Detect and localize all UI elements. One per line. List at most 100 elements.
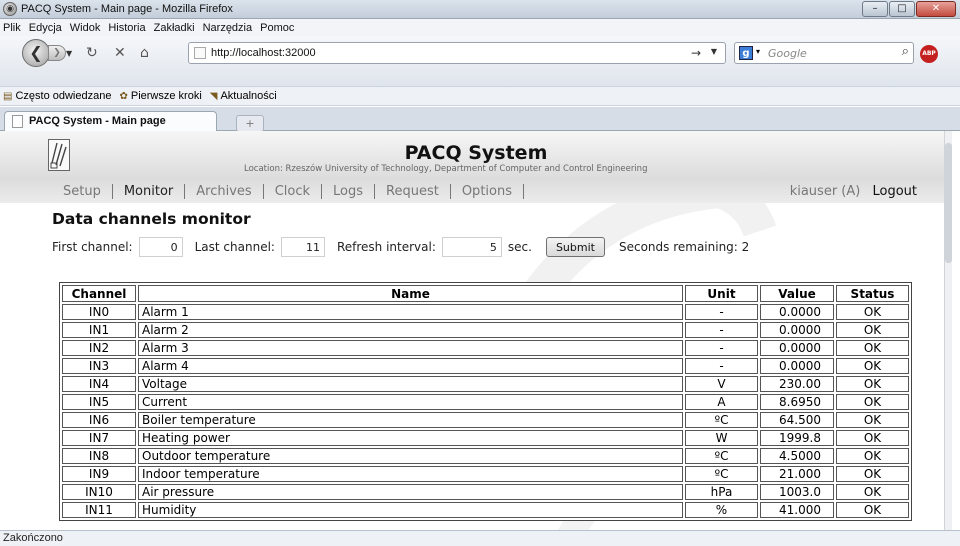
col-channel-header: Channel — [62, 285, 136, 302]
menu-options[interactable]: Options — [451, 184, 524, 199]
cell-name: Current — [138, 394, 683, 410]
menu-request[interactable]: Request — [375, 184, 451, 199]
cell-unit: ºC — [685, 448, 758, 464]
menu-pomoc[interactable]: Pomoc — [260, 22, 294, 34]
page-content: PACQ System Location: Rzeszów University… — [0, 131, 952, 530]
site-menu: Setup Monitor Archives Clock Logs Reques… — [63, 184, 524, 199]
cell-value: 0.0000 — [760, 340, 834, 356]
url-text[interactable]: http://localhost:32000 — [211, 47, 316, 59]
logout-link[interactable]: Logout — [872, 184, 917, 199]
cell-unit: ºC — [685, 412, 758, 428]
table-row: IN5 Current A 8.6950 OK — [62, 394, 909, 410]
bookmark-latest-headlines[interactable]: ◥ Aktualności — [210, 90, 277, 102]
cell-value: 0.0000 — [760, 358, 834, 374]
menu-monitor[interactable]: Monitor — [113, 184, 186, 199]
table-row: IN9 Indoor temperature ºC 21.000 OK — [62, 466, 909, 482]
col-status-header: Status — [836, 285, 909, 302]
maximize-button[interactable]: □ — [889, 1, 915, 17]
go-arrow-icon[interactable]: → — [691, 46, 701, 60]
new-tab-button[interactable]: + — [236, 115, 264, 132]
table-row: IN2 Alarm 3-0.0000 OK — [62, 340, 909, 356]
table-row: IN6 Boiler temperature ºC 64.500 OK — [62, 412, 909, 428]
search-engine-dropdown-icon[interactable]: ▾ — [756, 47, 760, 56]
page-scrollbar[interactable] — [944, 131, 952, 530]
reload-icon[interactable]: ↻ — [86, 45, 98, 61]
close-button[interactable]: ✕ — [916, 1, 956, 17]
menu-edycja[interactable]: Edycja — [29, 22, 62, 34]
cell-unit: - — [685, 322, 758, 338]
search-engine-icon[interactable]: g — [739, 46, 753, 60]
bookmarks-toolbar: ▤ Często odwiedzane ✿ Pierwsze kroki ◥ Aktu… — [0, 86, 960, 106]
table-row: IN10 Air pressure hPa 1003.0 OK — [62, 484, 909, 500]
menu-setup[interactable]: Setup — [63, 184, 113, 199]
bookmark-folder-icon: ▤ — [3, 90, 13, 102]
col-unit-header: Unit — [685, 285, 758, 302]
cell-value: 0.0000 — [760, 322, 834, 338]
menu-narzedzia[interactable]: Narzędzia — [203, 22, 253, 34]
first-channel-input[interactable] — [138, 237, 183, 257]
cell-channel: IN7 — [62, 430, 136, 446]
menu-zakladki[interactable]: Zakładki — [154, 22, 195, 34]
cell-value: 4.5000 — [760, 448, 834, 464]
site-header: PACQ System Location: Rzeszów University… — [0, 131, 952, 179]
cell-unit: - — [685, 358, 758, 374]
cell-channel: IN0 — [62, 304, 136, 320]
url-dropdown-icon[interactable]: ▼ — [711, 47, 717, 56]
cell-status: OK — [836, 340, 909, 356]
menu-clock[interactable]: Clock — [264, 184, 323, 199]
cell-value: 21.000 — [760, 466, 834, 482]
cell-unit: W — [685, 430, 758, 446]
cell-unit: - — [685, 304, 758, 320]
rss-icon: ◥ — [209, 90, 218, 102]
page-favicon-icon — [194, 47, 206, 59]
menu-logs[interactable]: Logs — [322, 184, 376, 199]
search-box[interactable]: g ▾ Google ⌕ — [734, 42, 914, 64]
user-area: kiauser (A) Logout — [790, 184, 917, 199]
tab-page-icon — [12, 115, 23, 128]
submit-button[interactable]: Submit — [545, 237, 605, 257]
bookmark-getting-started[interactable]: ✿ Pierwsze kroki — [119, 90, 201, 102]
monitor-form: First channel: Last channel: Refresh int… — [52, 236, 749, 258]
cell-channel: IN2 — [62, 340, 136, 356]
status-bar: Zakończono — [0, 530, 960, 546]
bookmark-most-visited[interactable]: ▤ Często odwiedzane — [3, 90, 111, 102]
table-row: IN7 Heating power W 1999.8 OK — [62, 430, 909, 446]
cell-channel: IN11 — [62, 502, 136, 518]
refresh-interval-input[interactable] — [441, 237, 502, 257]
back-button[interactable]: ❮ — [22, 39, 50, 67]
cell-channel: IN5 — [62, 394, 136, 410]
table-row: IN4 Voltage V 230.00 OK — [62, 376, 909, 392]
cell-status: OK — [836, 358, 909, 374]
history-dropdown-icon[interactable]: ▼ — [66, 49, 72, 58]
menu-historia[interactable]: Historia — [108, 22, 145, 34]
home-icon[interactable]: ⌂ — [140, 45, 149, 61]
menu-plik[interactable]: Plik — [3, 22, 21, 34]
cell-channel: IN9 — [62, 466, 136, 482]
scrollbar-thumb[interactable] — [945, 143, 952, 263]
search-placeholder[interactable]: Google — [768, 47, 807, 60]
username: kiauser (A) — [789, 184, 861, 199]
cell-unit: hPa — [685, 484, 758, 500]
channels-table-body: IN0 Alarm 1-0.0000 OK IN1 Alarm 2-0.0000 OK IN… — [62, 304, 909, 518]
tab-main-page[interactable]: PACQ System - Main page — [4, 111, 217, 132]
table-row: IN3 Alarm 4-0.0000 OK — [62, 358, 909, 374]
menu-archives[interactable]: Archives — [185, 184, 264, 199]
page-title: Data channels monitor — [52, 210, 251, 228]
url-bar[interactable]: http://localhost:32000 → ▼ — [188, 42, 726, 64]
adblock-icon[interactable]: ABP — [920, 45, 938, 63]
cell-status: OK — [836, 376, 909, 392]
cell-value: 8.6950 — [760, 394, 834, 410]
menu-widok[interactable]: Widok — [70, 22, 101, 34]
firefox-bookmark-icon: ✿ — [119, 90, 128, 102]
minimize-button[interactable]: – — [862, 1, 888, 17]
cell-status: OK — [836, 448, 909, 464]
search-icon[interactable]: ⌕ — [902, 44, 909, 59]
cell-status: OK — [836, 466, 909, 482]
window-title: PACQ System - Main page - Mozilla Firefo… — [21, 3, 233, 15]
last-channel-input[interactable] — [280, 237, 325, 257]
stop-icon[interactable]: ✕ — [114, 45, 126, 61]
cell-unit: V — [685, 376, 758, 392]
cell-status: OK — [836, 304, 909, 320]
last-channel-label: Last channel: — [194, 240, 275, 254]
forward-button[interactable]: ❯ — [48, 45, 66, 61]
